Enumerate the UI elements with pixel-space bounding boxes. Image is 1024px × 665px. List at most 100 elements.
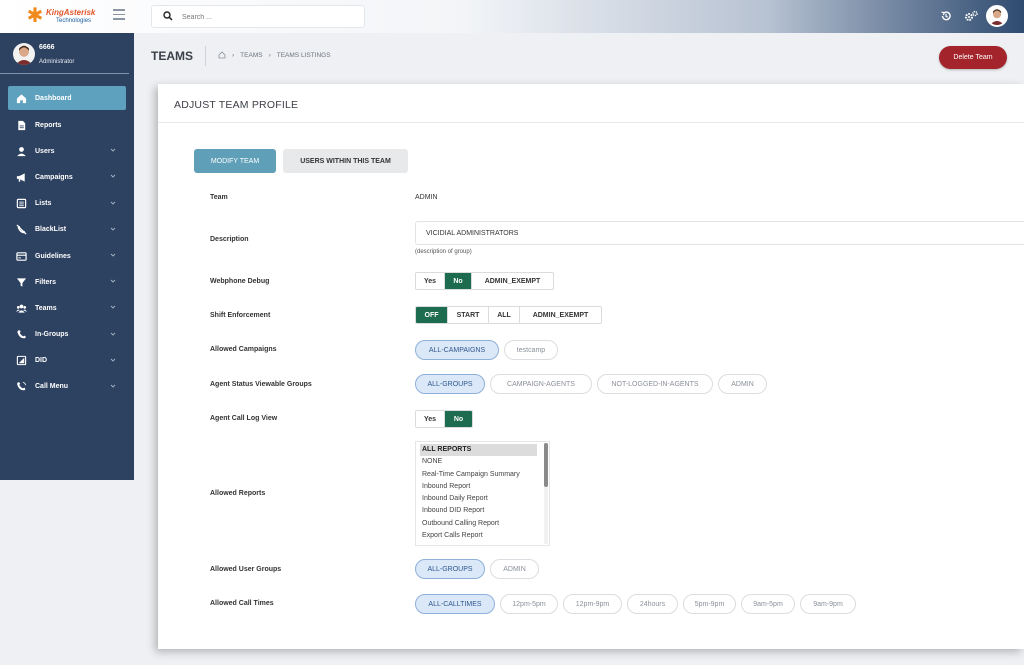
sidebar-item-dashboard[interactable]: Dashboard [8,86,126,110]
sidebar-item-campaigns[interactable]: Campaigns [8,164,126,190]
report-option-outbound-calling-report[interactable]: Outbound Calling Report [416,518,549,530]
shift-enforcement-option-all[interactable]: ALL [489,307,520,323]
sidebar-item-guidelines[interactable]: Guidelines [8,243,126,269]
allowed-call-times-pill-all-calltimes[interactable]: ALL-CALLTIMES [415,594,495,614]
agent-status-groups-label: Agent Status Viewable Groups [210,381,312,388]
chevron-down-icon [110,227,116,231]
asterisk-logo-icon: ✱ [26,5,44,27]
shift-enforcement-option-start[interactable]: START [448,307,489,323]
panel-title: ADJUST TEAM PROFILE [174,99,299,111]
home-icon[interactable] [218,51,226,59]
sidebar-item-label: Filters [35,278,57,286]
report-option-real-time-campaign-summary[interactable]: Real-Time Campaign Summary [416,469,549,481]
description-hint: (description of group) [415,249,472,255]
allowed-call-times-pill-9am-5pm[interactable]: 9am-5pm [741,594,795,614]
tab-modify-team[interactable]: MODIFY TEAM [194,149,276,173]
report-option-inbound-did-report[interactable]: Inbound DID Report [416,505,549,517]
did-icon [15,355,27,367]
description-field[interactable]: VICIDIAL ADMINISTRATORS [415,221,1024,245]
user-avatar [13,43,35,65]
shift-enforcement-option-off[interactable]: OFF [416,307,448,323]
report-option-inbound-report[interactable]: Inbound Report [416,481,549,493]
delete-team-button[interactable]: Delete Team [939,46,1007,69]
allowed-user-groups-pill-all-groups[interactable]: ALL-GROUPS [415,559,485,579]
sidebar-item-label: Call Menu [35,383,69,391]
allowed-call-times-pill-24hours[interactable]: 24hours [627,594,678,614]
page-title: TEAMS [151,49,193,63]
agent-status-groups-pill-campaign-agents[interactable]: CAMPAIGN-AGENTS [490,374,592,394]
allowed-campaigns-pill-testcamp[interactable]: testcamp [504,340,558,360]
agent-status-groups-pill-all-groups[interactable]: ALL-GROUPS [415,374,485,394]
panel-divider [158,122,1024,123]
sidebar-item-did[interactable]: DID [8,348,126,374]
chevron-down-icon [110,279,116,283]
search-icon [163,11,173,21]
report-option-export-calls-report[interactable]: Export Calls Report [416,530,549,542]
tab-users-within-team[interactable]: USERS WITHIN THIS TEAM [283,149,408,173]
agent-call-log-option-yes[interactable]: Yes [416,411,445,427]
allowed-call-times-pill-9am-9pm[interactable]: 9am-9pm [800,594,856,614]
allowed-campaigns-pills: ALL-CAMPAIGNS testcamp [415,340,563,360]
webphone-debug-option-admin-exempt[interactable]: ADMIN_EXEMPT [472,273,553,289]
agent-status-groups-pill-not-logged-in-agents[interactable]: NOT-LOGGED-IN-AGENTS [597,374,713,394]
sidebar-item-in-groups[interactable]: In-Groups [8,322,126,348]
sidebar-item-label: Dashboard [35,94,72,102]
chevron-right-icon: › [268,51,271,59]
profile-avatar[interactable] [986,5,1008,27]
allowed-user-groups-pill-admin[interactable]: ADMIN [490,559,539,579]
allowed-reports-listbox[interactable]: ALL REPORTS NONE Real-Time Campaign Summar… [415,441,550,546]
chevron-down-icon [110,253,116,257]
sidebar-item-lists[interactable]: Lists [8,191,126,217]
sidebar-user: 6666 Administrator [0,33,129,74]
agent-status-groups-pill-admin[interactable]: ADMIN [718,374,767,394]
call-menu-icon [15,381,27,393]
settings-cogs-icon[interactable] [964,10,978,22]
report-option-none[interactable]: NONE [416,456,549,468]
sidebar-item-blacklist[interactable]: BlackList [8,217,126,243]
brand-logo[interactable]: ✱ KingAsterisk Technologies [20,3,100,29]
sidebar-item-users[interactable]: Users [8,138,126,164]
chevron-down-icon [110,148,116,152]
shift-enforcement-toggle: OFF START ALL ADMIN_EXEMPT [415,306,602,324]
chevron-down-icon [110,358,116,362]
team-value: ADMIN [415,194,438,201]
allowed-call-times-label: Allowed Call Times [210,600,274,607]
agent-call-log-option-no[interactable]: No [445,411,472,427]
blocked-phone-icon [15,224,27,236]
allowed-call-times-pills: ALL-CALLTIMES 12pm-5pm 12pm-9pm 24hours 5pm-… [415,594,861,614]
breadcrumb-teams[interactable]: TEAMS [240,52,262,59]
title-divider [205,46,206,66]
sidebar-item-reports[interactable]: Reports [8,112,126,138]
sidebar-item-filters[interactable]: Filters [8,269,126,295]
report-option-all-reports[interactable]: ALL REPORTS [420,444,537,457]
user-role: Administrator [39,59,75,65]
allowed-call-times-pill-12pm-5pm[interactable]: 12pm-5pm [500,594,558,614]
sidebar-item-label: In-Groups [35,331,69,339]
agent-status-groups-pills: ALL-GROUPS CAMPAIGN-AGENTS NOT-LOGGED-IN-A… [415,374,772,394]
search-input[interactable] [182,9,357,25]
allowed-call-times-pill-5pm-9pm[interactable]: 5pm-9pm [683,594,736,614]
sidebar-item-label: Campaigns [35,173,73,181]
sidebar-item-call-menu[interactable]: Call Menu [8,374,126,400]
allowed-campaigns-pill-all-campaigns[interactable]: ALL-CAMPAIGNS [415,340,499,360]
history-icon[interactable] [940,10,952,22]
chevron-down-icon [110,201,116,205]
description-value: VICIDIAL ADMINISTRATORS [426,230,519,237]
webphone-debug-label: Webphone Debug [210,278,270,285]
webphone-debug-option-yes[interactable]: Yes [416,273,445,289]
report-option-inbound-daily-report[interactable]: Inbound Daily Report [416,493,549,505]
agent-call-log-toggle: Yes No [415,410,473,428]
chevron-down-icon [110,305,116,309]
chevron-down-icon [110,384,116,388]
top-bar: ✱ KingAsterisk Technologies [0,0,1024,33]
shift-enforcement-option-admin-exempt[interactable]: ADMIN_EXEMPT [520,307,601,323]
filter-icon [15,276,27,288]
sidebar-item-teams[interactable]: Teams [8,295,126,321]
logo-text: KingAsterisk [46,8,96,17]
menu-toggle-icon[interactable] [113,9,125,20]
breadcrumb-teams-listings[interactable]: TEAMS LISTINGS [277,52,331,59]
listbox-scrollbar-thumb[interactable] [544,443,548,487]
webphone-debug-option-no[interactable]: No [445,273,472,289]
shift-enforcement-label: Shift Enforcement [210,312,271,319]
allowed-call-times-pill-12pm-9pm[interactable]: 12pm-9pm [563,594,622,614]
